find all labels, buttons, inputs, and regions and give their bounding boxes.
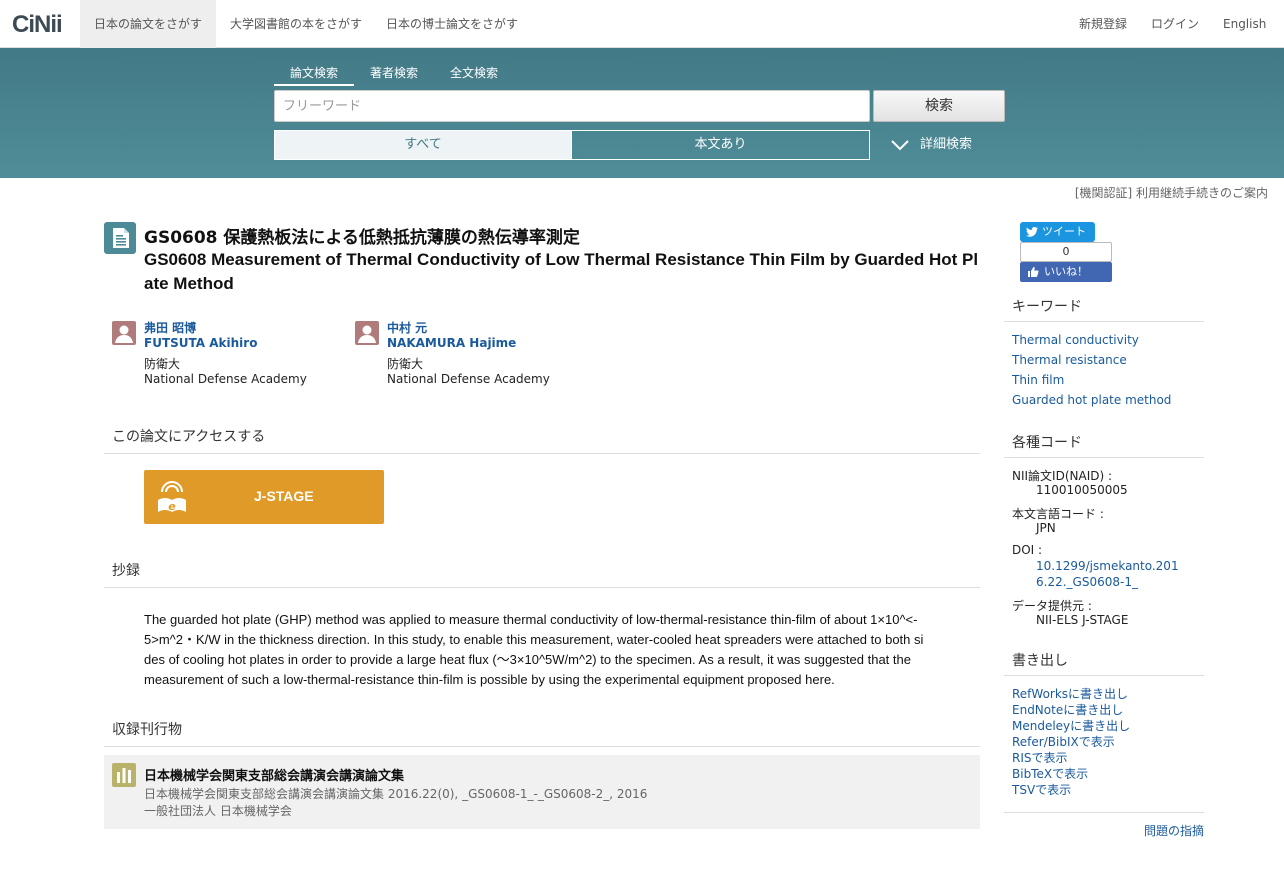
like-button[interactable]: いいね！ — [1020, 262, 1112, 282]
export-ris-link[interactable]: RISで表示 — [1012, 749, 1068, 766]
author-name-en[interactable]: FUTSUTA Akihiro — [144, 336, 257, 351]
codes-heading: 各種コード — [1004, 432, 1204, 458]
tweet-button[interactable]: ツイート — [1020, 222, 1095, 242]
keywords-heading: キーワード — [1004, 296, 1204, 322]
doi-link[interactable]: 10.1299/jsmekanto.2016.22._GS0608-1_ — [1036, 558, 1188, 590]
journal-heading: 収録刊行物 — [104, 715, 980, 747]
paper-title-ja: GS0608 保護熱板法による低熱抵抗薄膜の熱伝導率測定 — [144, 228, 580, 248]
search-tab-papers[interactable]: 論文検索 — [274, 64, 354, 86]
keyword-link[interactable]: Guarded hot plate method — [1012, 393, 1171, 407]
author-name-ja[interactable]: 弗田 昭博 — [144, 321, 196, 336]
svg-text:e: e — [168, 500, 176, 513]
login-link[interactable]: ログイン — [1151, 0, 1199, 48]
tab-search-books[interactable]: 大学図書館の本をさがす — [216, 0, 376, 48]
advanced-search-label: 詳細検索 — [920, 137, 973, 152]
keyword-link[interactable]: Thin film — [1012, 373, 1064, 387]
export-refer-link[interactable]: Refer/BibIXで表示 — [1012, 733, 1115, 750]
person-icon — [112, 321, 136, 345]
export-endnote-link[interactable]: EndNoteに書き出し — [1012, 701, 1123, 718]
provider-value: NII-ELS J-STAGE — [1036, 613, 1129, 627]
twitter-bird-icon — [1026, 227, 1038, 237]
provider-label: データ提供元 : — [1012, 599, 1092, 613]
keyword-link[interactable]: Thermal resistance — [1012, 353, 1127, 367]
author-affiliation-en: National Defense Academy — [144, 372, 307, 386]
tab-search-papers[interactable]: 日本の論文をさがす — [80, 0, 217, 48]
cinii-logo[interactable]: CiNii — [12, 11, 63, 39]
search-tab-fulltext[interactable]: 全文検索 — [434, 64, 514, 86]
filter-all[interactable]: すべて — [274, 130, 572, 160]
jstage-button[interactable]: e J-STAGE — [144, 470, 384, 524]
tweet-label: ツイート — [1042, 225, 1086, 238]
search-button[interactable]: 検索 — [873, 90, 1005, 122]
register-link[interactable]: 新規登録 — [1079, 0, 1127, 48]
advanced-search-toggle[interactable]: 詳細検索 — [890, 130, 972, 160]
jstage-label: J-STAGE — [254, 488, 314, 504]
naid-value: 110010050005 — [1036, 483, 1128, 497]
journal-publisher: 一般社団法人 日本機械学会 — [144, 804, 292, 818]
export-bibtex-link[interactable]: BibTeXで表示 — [1012, 765, 1088, 782]
search-input[interactable] — [274, 90, 870, 122]
filter-fulltext[interactable]: 本文あり — [571, 130, 870, 160]
person-icon — [355, 321, 379, 345]
institution-notice-link[interactable]: [機関認証] 利用継続手続きのご案内 — [1075, 184, 1268, 201]
abstract-heading: 抄録 — [104, 556, 980, 588]
search-tab-authors[interactable]: 著者検索 — [354, 64, 434, 86]
thumbs-up-icon — [1028, 267, 1039, 277]
search-panel: 論文検索 著者検索 全文検索 検索 すべて 本文あり 詳細検索 — [0, 48, 1284, 178]
language-link[interactable]: English — [1223, 0, 1266, 48]
paper-title-en: GS0608 Measurement of Thermal Conductivi… — [144, 250, 979, 293]
naid-label: NII論文ID(NAID) : — [1012, 469, 1113, 483]
journal-title[interactable]: 日本機械学会関東支部総会講演会講演論文集 — [144, 765, 404, 784]
keyword-link[interactable]: Thermal conductivity — [1012, 333, 1139, 347]
journal-icon — [112, 763, 136, 787]
report-problem-link[interactable]: 問題の指摘 — [1144, 822, 1204, 839]
jstage-icon: e — [158, 481, 186, 513]
author-name-en[interactable]: NAKAMURA Hajime — [387, 336, 516, 351]
top-navbar: CiNii 日本の論文をさがす 大学図書館の本をさがす 日本の博士論文をさがす … — [0, 0, 1284, 48]
author-affiliation-en: National Defense Academy — [387, 372, 550, 386]
chevron-down-icon — [891, 139, 909, 150]
export-refworks-link[interactable]: RefWorksに書き出し — [1012, 685, 1128, 702]
document-icon — [104, 222, 136, 254]
access-heading: この論文にアクセスする — [104, 422, 980, 454]
export-tsv-link[interactable]: TSVで表示 — [1012, 781, 1071, 798]
language-code-label: 本文言語コード : — [1012, 507, 1104, 521]
author-name-ja[interactable]: 中村 元 — [387, 321, 427, 336]
doi-label: DOI : — [1012, 543, 1043, 557]
tab-search-dissertations[interactable]: 日本の博士論文をさがす — [372, 0, 532, 48]
author-affiliation-ja: 防衛大 — [387, 357, 424, 371]
export-mendeley-link[interactable]: Mendeleyに書き出し — [1012, 717, 1130, 734]
abstract-text: The guarded hot plate (GHP) method was a… — [144, 612, 924, 687]
sidebar-divider — [1004, 812, 1204, 813]
language-code-value: JPN — [1036, 521, 1056, 535]
journal-citation: 日本機械学会関東支部総会講演会講演論文集 2016.22(0), _GS0608… — [144, 787, 648, 801]
like-label: いいね！ — [1044, 265, 1088, 278]
like-count: 0 — [1020, 242, 1112, 262]
journal-card: 日本機械学会関東支部総会講演会講演論文集 日本機械学会関東支部総会講演会講演論文… — [104, 755, 980, 829]
author-affiliation-ja: 防衛大 — [144, 357, 181, 371]
export-heading: 書き出し — [1004, 650, 1204, 676]
